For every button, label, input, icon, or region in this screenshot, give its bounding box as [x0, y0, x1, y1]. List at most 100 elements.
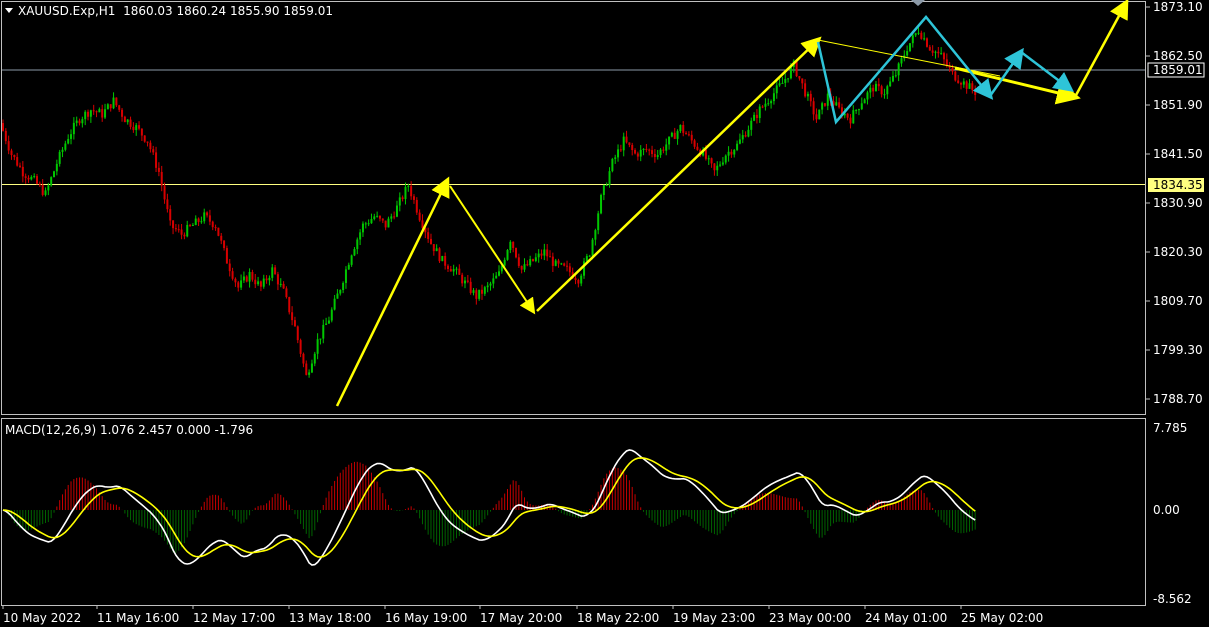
- bull-candle: [240, 280, 243, 288]
- macd-tick-label: -8.562: [1153, 592, 1192, 606]
- bear-candle: [687, 134, 690, 136]
- bull-candle: [104, 109, 107, 118]
- bull-candle: [356, 239, 359, 250]
- bull-candle: [33, 176, 36, 178]
- bear-candle: [254, 279, 257, 285]
- bull-candle: [398, 197, 401, 206]
- bear-candle: [288, 297, 291, 313]
- bull-candle: [863, 99, 866, 104]
- bull-candle: [262, 278, 265, 287]
- bull-candle: [268, 277, 271, 281]
- bear-candle: [378, 215, 381, 219]
- bull-candle: [50, 177, 53, 186]
- time-axis: 10 May 2022 11 May 16:00 12 May 17:00 13 Ma…: [2, 605, 1043, 625]
- macd-histogram: [5, 461, 976, 553]
- bear-candle: [653, 153, 656, 157]
- bull-candle: [257, 281, 260, 285]
- time-label: 13 May 18:00: [289, 611, 371, 625]
- bull-candle: [353, 249, 356, 256]
- bear-candle: [19, 165, 22, 167]
- bull-candle: [203, 212, 206, 222]
- bear-candle: [877, 83, 880, 87]
- bull-candle: [98, 109, 101, 113]
- bull-candle: [452, 269, 455, 272]
- bear-candle: [160, 171, 163, 186]
- time-label: 23 May 00:00: [769, 611, 851, 625]
- bear-candle: [157, 167, 160, 172]
- bull-candle: [106, 104, 109, 110]
- bear-candle: [418, 212, 421, 221]
- bear-candle: [427, 232, 430, 239]
- bull-candle: [84, 111, 87, 120]
- bull-candle: [617, 149, 620, 158]
- bear-candle: [693, 140, 696, 147]
- bear-candle: [393, 216, 396, 218]
- bear-candle: [237, 282, 240, 288]
- bear-candle: [619, 149, 622, 151]
- bull-candle: [308, 372, 311, 375]
- time-label: 25 May 02:00: [961, 611, 1043, 625]
- price-tick-label: 1841.50: [1153, 147, 1203, 161]
- bear-candle: [625, 136, 628, 143]
- bear-candle: [214, 227, 217, 229]
- bull-candle: [818, 109, 821, 120]
- bear-candle: [475, 290, 478, 299]
- bull-candle: [721, 162, 724, 165]
- bear-candle: [549, 256, 552, 258]
- bull-candle: [597, 213, 600, 231]
- bull-candle: [775, 85, 778, 94]
- wave-arrow-1: [335, 176, 450, 407]
- bear-candle: [920, 32, 923, 39]
- bear-candle: [217, 227, 220, 236]
- bear-candle: [245, 276, 248, 282]
- bull-candle: [727, 151, 730, 156]
- bull-candle: [336, 293, 339, 299]
- bear-candle: [24, 176, 27, 178]
- bull-candle: [523, 264, 526, 270]
- bull-candle: [772, 93, 775, 102]
- bear-candle: [755, 114, 758, 119]
- bull-candle: [639, 149, 642, 157]
- bull-candle: [764, 103, 767, 107]
- bear-candle: [974, 89, 977, 95]
- bull-candle: [908, 43, 911, 52]
- bear-candle: [651, 150, 654, 154]
- bull-candle: [435, 248, 438, 252]
- bear-candle: [293, 320, 296, 327]
- bull-candle: [361, 223, 364, 233]
- bull-candle: [347, 264, 350, 270]
- chart-shift-marker-icon[interactable]: [911, 0, 925, 6]
- bear-candle: [92, 110, 95, 112]
- bull-candle: [370, 219, 373, 224]
- bear-candle: [429, 238, 432, 245]
- current-price-tag-text: 1859.01: [1153, 63, 1203, 77]
- dropdown-triangle-icon[interactable]: [5, 8, 13, 13]
- bull-candle: [339, 290, 342, 294]
- yellow-wave-arrows[interactable]: [335, 0, 1129, 407]
- bear-candle: [208, 215, 211, 222]
- wave-arrow-4: [954, 66, 1081, 105]
- cyan-zigzag-2: [988, 47, 1024, 97]
- bear-candle: [36, 176, 39, 184]
- bear-candle: [804, 83, 807, 97]
- bear-candle: [95, 111, 98, 113]
- bull-candle: [886, 86, 889, 95]
- wave-arrow-2: [449, 185, 536, 315]
- bull-candle: [489, 283, 492, 286]
- bull-candle: [191, 225, 194, 227]
- bull-candle: [186, 224, 189, 237]
- bull-candle: [911, 35, 914, 44]
- candles-layer: [2, 27, 977, 378]
- bear-candle: [809, 93, 812, 102]
- bear-candle: [228, 263, 231, 272]
- bull-candle: [826, 93, 829, 106]
- bull-candle: [53, 171, 56, 178]
- bear-candle: [532, 259, 535, 262]
- bear-candle: [274, 267, 277, 275]
- bear-candle: [931, 50, 934, 53]
- bear-candle: [180, 229, 183, 235]
- bull-candle: [395, 205, 398, 217]
- bear-candle: [115, 97, 118, 106]
- bear-candle: [563, 263, 566, 266]
- bull-candle: [55, 163, 58, 172]
